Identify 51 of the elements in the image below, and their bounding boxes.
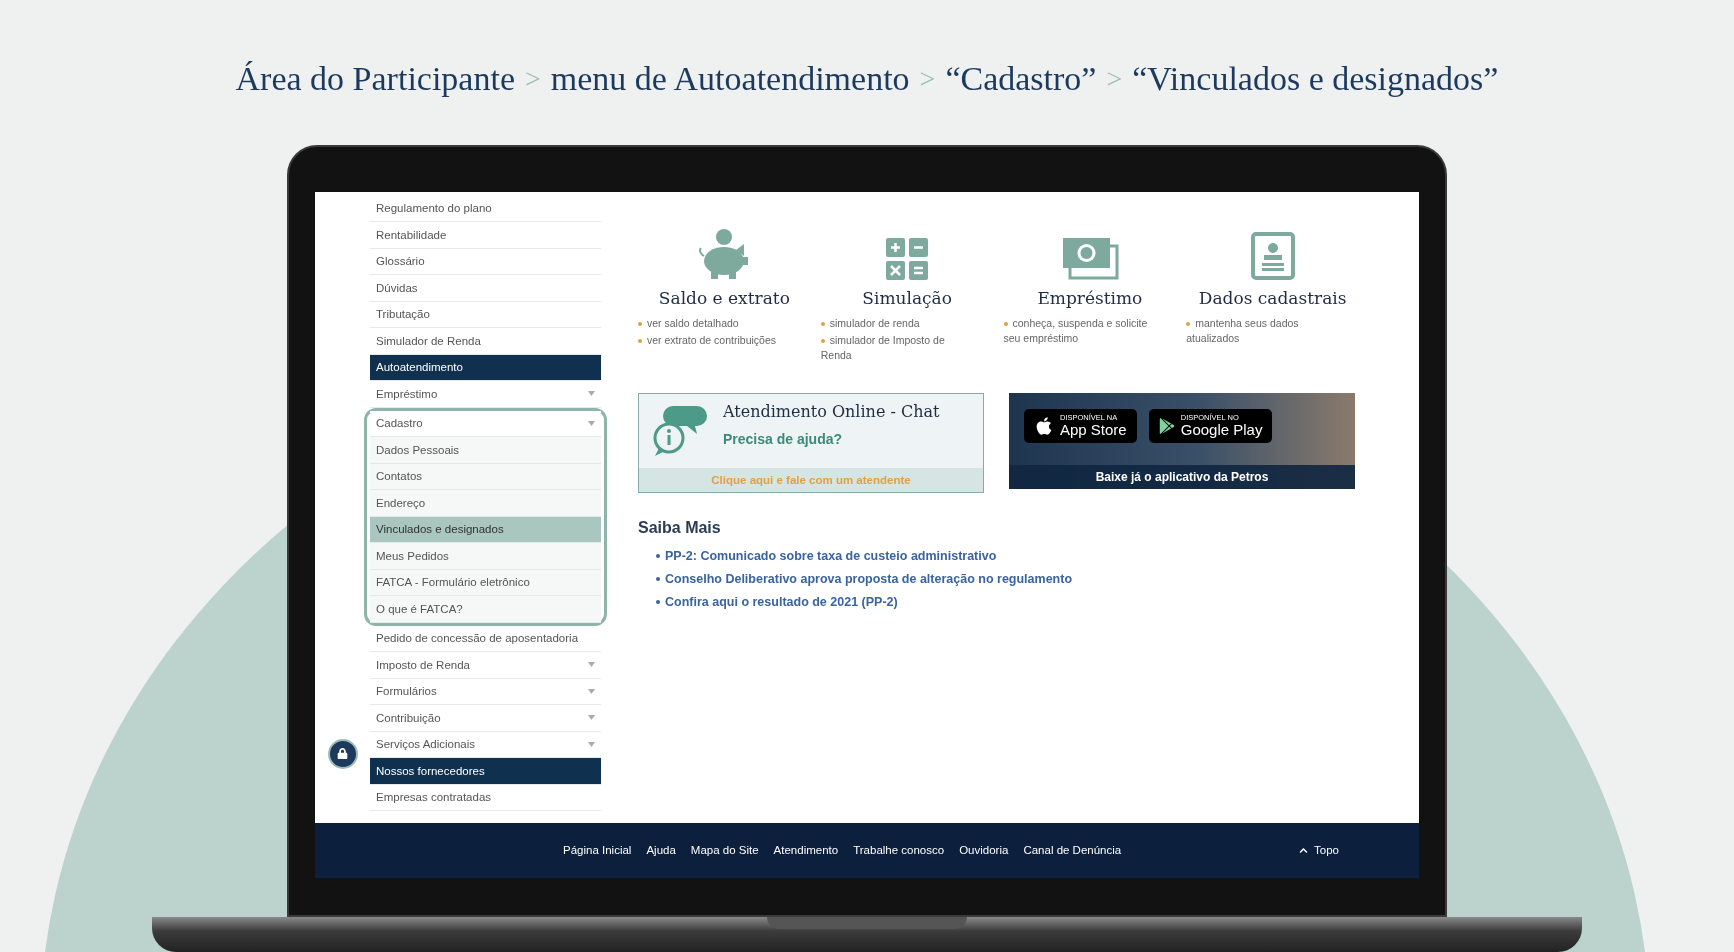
calculator-icon [886, 237, 929, 280]
sidebar-item[interactable]: Vinculados e designados [370, 516, 601, 544]
sidebar-item[interactable]: O que é FATCA? [370, 596, 601, 623]
sidebar-item[interactable]: FATCA - Formulário eletrônico [370, 569, 601, 597]
feature-link[interactable]: ver saldo detalhado [638, 315, 791, 331]
breadcrumb-separator: > [1106, 62, 1123, 95]
sidebar-item[interactable]: Dados Pessoais [370, 437, 601, 464]
news-link[interactable]: Confira aqui o resultado de 2021 (PP-2) [656, 594, 1359, 609]
footer-link[interactable]: Atendimento [773, 844, 839, 857]
feature-link[interactable]: ver extrato de contribuições [638, 332, 791, 348]
footer-link[interactable]: Trabalhe conosco [853, 844, 945, 857]
feature-link[interactable]: mantenha seus dados atualizados [1186, 315, 1339, 346]
apple-icon [1034, 415, 1054, 436]
footer-link[interactable]: Página Inicial [563, 844, 632, 857]
profile-card-icon [1250, 231, 1295, 280]
chat-action-text: Clique aqui e fale com um atendente [639, 467, 983, 492]
footer-link[interactable]: Mapa do Site [690, 844, 759, 857]
feature-title[interactable]: Dados cadastrais [1198, 287, 1347, 308]
feature-link[interactable]: simulador de Imposto de Renda [820, 332, 974, 363]
sidebar-item[interactable]: Endereço [370, 490, 601, 517]
section-title: Saiba Mais [638, 518, 722, 537]
breadcrumb-separator: > [919, 62, 936, 95]
breadcrumb-item: menu de Autoatendimento [550, 59, 910, 98]
sidebar-item[interactable]: Autoatendimento [370, 354, 601, 382]
breadcrumb-separator: > [525, 62, 541, 95]
chat-subtitle: Precisa de ajuda? [723, 430, 844, 447]
breadcrumb-item: “Vinculados e designados” [1132, 59, 1499, 98]
chat-banner[interactable]: Atendimento Online - Chat Precisa de ajuda? Clique aqui e fale com um atendente [638, 392, 984, 493]
app-banner-caption: Baixe já o aplicativo da Petros [1009, 464, 1355, 489]
back-to-top-link[interactable]: Topo [1299, 844, 1339, 857]
sidebar-item[interactable]: Nossos fornecedores [370, 758, 601, 785]
footer-link[interactable]: Ouvidoria [959, 844, 1009, 857]
feature-title[interactable]: Saldo e extrato [658, 287, 790, 308]
play-icon [1158, 417, 1175, 434]
breadcrumb-item: “Cadastro” [945, 59, 1097, 98]
feature-title[interactable]: Empréstimo [1037, 287, 1143, 308]
feature-link[interactable]: simulador de renda [820, 315, 974, 331]
news-link[interactable]: PP-2: Comunicado sobre taxa de custeio administrativo [656, 548, 1359, 563]
chat-title: Atendimento Online - Chat [723, 401, 940, 421]
breadcrumb-item: Área do Participante [235, 59, 515, 98]
feature-title[interactable]: Simulação [862, 287, 952, 308]
feature-link[interactable]: conheça, suspenda e solicite seu empréstimo [1003, 315, 1157, 346]
footer-link[interactable]: Canal de Denúncia [1023, 844, 1122, 857]
sidebar-item[interactable]: Meus Pedidos [370, 543, 601, 570]
chevron-up-icon [1299, 845, 1309, 855]
lock-icon[interactable] [327, 738, 358, 769]
footer-link[interactable]: Ajuda [646, 844, 676, 857]
banknote-icon [1060, 235, 1119, 280]
sidebar-item[interactable]: Cadastro [370, 410, 601, 438]
news-link[interactable]: Conselho Deliberativo aprova proposta de alteração no regulamento [656, 571, 1359, 586]
sidebar-item[interactable]: Contatos [370, 463, 601, 491]
